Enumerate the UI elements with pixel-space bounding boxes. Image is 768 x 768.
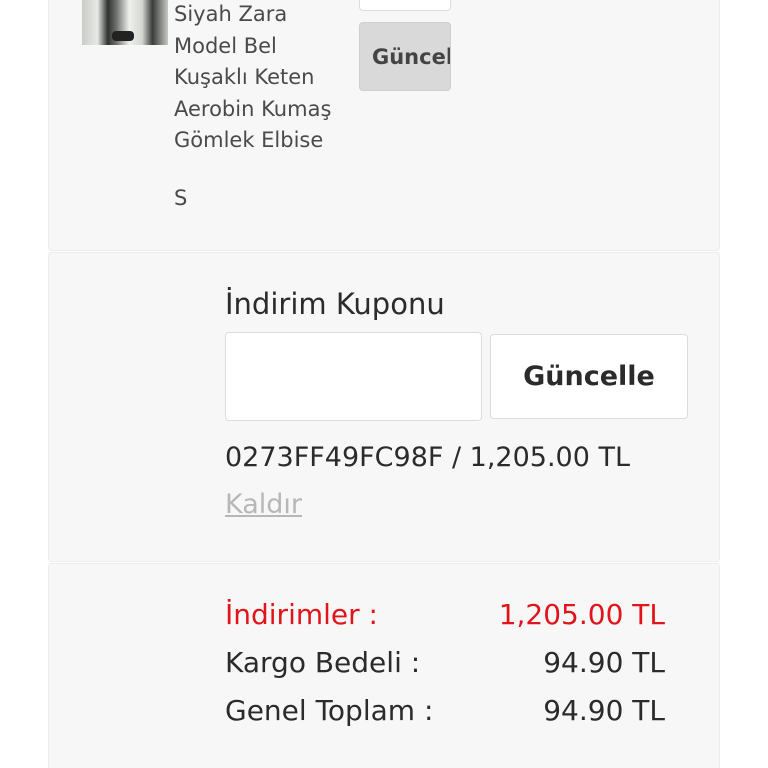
- update-quantity-button[interactable]: Güncelle: [359, 22, 451, 91]
- discount-value: 1,205.00 TL: [498, 598, 665, 631]
- coupon-input[interactable]: [225, 332, 482, 421]
- quantity-input[interactable]: [359, 0, 451, 11]
- cart-page: Siyah Zara Model Bel Kuşaklı Keten Aerob…: [0, 0, 768, 768]
- applied-coupon-text: 0273FF49FC98F / 1,205.00 TL: [225, 442, 631, 473]
- product-name-line: Aerobin Kumaş: [174, 96, 332, 121]
- totals-card: İndirimler : 1,205.00 TL Kargo Bedeli : …: [48, 563, 720, 768]
- product-name-line: Kuşaklı Keten: [174, 65, 315, 89]
- product-name[interactable]: Siyah Zara Model Bel Kuşaklı Keten Aerob…: [174, 0, 364, 157]
- discount-row: İndirimler : 1,205.00 TL: [225, 598, 665, 638]
- remove-coupon-link[interactable]: Kaldır: [225, 489, 302, 520]
- grand-total-value: 94.90 TL: [543, 694, 665, 727]
- discount-label: İndirimler :: [225, 598, 378, 631]
- product-name-line: Model Bel: [174, 33, 277, 58]
- shipping-row: Kargo Bedeli : 94.90 TL: [225, 646, 665, 686]
- grand-total-row: Genel Toplam : 94.90 TL: [225, 694, 665, 734]
- shipping-value: 94.90 TL: [543, 646, 665, 679]
- product-name-line: Gömlek Elbise: [174, 128, 324, 152]
- cart-item-card: Siyah Zara Model Bel Kuşaklı Keten Aerob…: [48, 0, 720, 251]
- product-thumbnail[interactable]: [82, 0, 168, 45]
- product-name-line: Siyah Zara: [174, 2, 288, 26]
- product-size: S: [174, 186, 188, 210]
- coupon-card: İndirim Kuponu Güncelle 0273FF49FC98F / …: [48, 252, 720, 562]
- grand-total-label: Genel Toplam :: [225, 694, 434, 727]
- shipping-label: Kargo Bedeli :: [225, 646, 421, 679]
- coupon-title: İndirim Kuponu: [225, 287, 445, 321]
- coupon-update-button[interactable]: Güncelle: [490, 334, 688, 419]
